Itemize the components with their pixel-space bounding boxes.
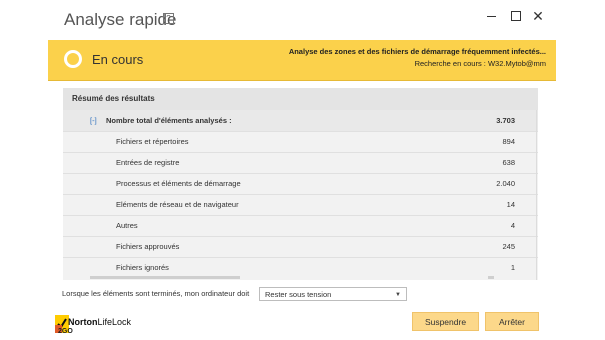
clipped-row-value: [488, 276, 494, 279]
result-row-label: Eléments de réseau et de navigateur: [116, 200, 239, 209]
clipped-row: [63, 273, 523, 279]
result-row-label: Fichiers approuvés: [116, 242, 180, 251]
collapse-toggle[interactable]: [-]: [90, 110, 97, 131]
scan-status-banner: En cours Analyse des zones et des fichie…: [48, 40, 556, 81]
after-completion-selected: Rester sous tension: [265, 290, 332, 299]
result-row-value: 638: [502, 158, 515, 167]
pause-button[interactable]: Suspendre: [412, 312, 479, 331]
total-items-row: [-] Nombre total d'éléments analysés : 3…: [63, 110, 538, 131]
close-button[interactable]: ✕: [529, 8, 547, 24]
result-row-value: 14: [506, 200, 515, 209]
result-row: Autres 4: [63, 215, 538, 236]
result-row-value: 2.040: [496, 179, 515, 188]
help-icon[interactable]: ?: [163, 13, 174, 24]
maximize-button[interactable]: [507, 8, 525, 24]
result-row-label: Processus et éléments de démarrage: [116, 179, 241, 188]
result-row-value: 245: [502, 242, 515, 251]
scan-headline: Analyse des zones et des fichiers de dém…: [288, 47, 546, 56]
results-summary-panel[interactable]: Résumé des résultats [-] Nombre total d'…: [63, 88, 538, 280]
total-items-value: 3.703: [496, 116, 515, 125]
result-row: Eléments de réseau et de navigateur 14: [63, 194, 538, 215]
result-row-value: 894: [502, 137, 515, 146]
result-row-label: Autres: [116, 221, 138, 230]
result-row: Processus et éléments de démarrage 2.040: [63, 173, 538, 194]
logo-wordmark: NortonLifeLock: [68, 317, 132, 327]
results-summary-header: Résumé des résultats: [63, 88, 538, 110]
maximize-icon: [511, 11, 521, 21]
chevron-down-icon: ▼: [395, 292, 401, 298]
result-row: Entrées de registre 638: [63, 152, 538, 173]
total-items-label: Nombre total d'éléments analysés :: [106, 116, 232, 125]
after-completion-label: Lorsque les éléments sont terminés, mon …: [62, 289, 250, 298]
result-row-value: 4: [510, 221, 515, 230]
progress-ring-icon: [64, 50, 82, 68]
current-scan-target: Recherche en cours : W32.Mytob@mm: [414, 59, 546, 68]
clipped-row-text: [90, 276, 240, 279]
title-bar: Analyse rapide ? ✕: [0, 0, 605, 40]
result-row: Fichiers approuvés 245: [63, 236, 538, 257]
after-completion-dropdown[interactable]: Rester sous tension ▼: [259, 287, 407, 301]
minimize-icon: [487, 16, 496, 17]
scan-state-label: En cours: [92, 52, 144, 67]
results-scroll-divider: [536, 110, 537, 280]
result-row-label: Entrées de registre: [116, 158, 180, 167]
result-row: Fichiers et répertoires 894: [63, 131, 538, 152]
window-title: Analyse rapide: [64, 10, 177, 29]
stop-button[interactable]: Arrêter: [485, 312, 539, 331]
norton-lifelock-logo: NortonLifeLock 2GO: [55, 313, 131, 337]
scan-status-detail: Analyse des zones et des fichiers de dém…: [289, 46, 546, 70]
logo-badge: 2GO: [58, 328, 73, 335]
result-row-label: Fichiers et répertoires: [116, 137, 189, 146]
minimize-button[interactable]: [483, 8, 501, 24]
